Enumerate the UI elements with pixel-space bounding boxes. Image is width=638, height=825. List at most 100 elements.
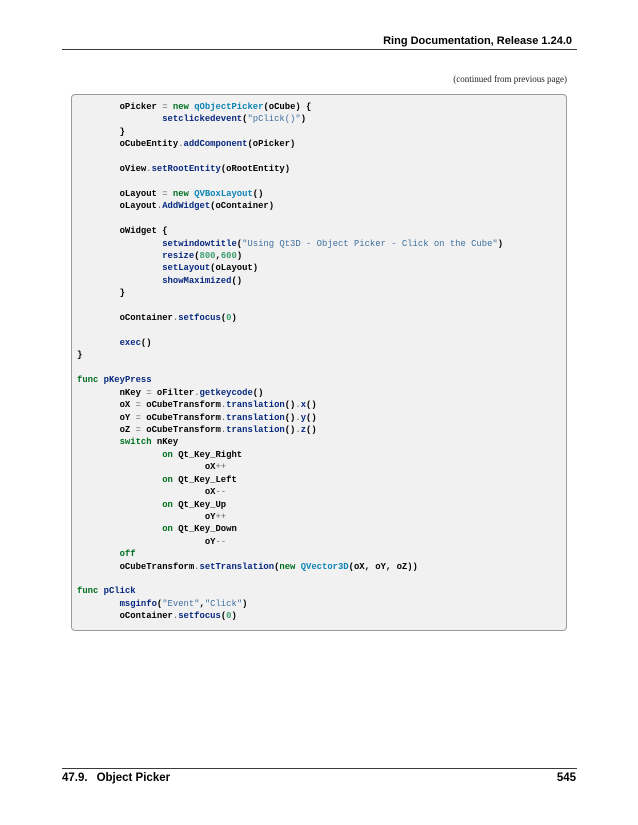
- continued-from-previous-page-note: (continued from previous page): [453, 74, 567, 84]
- code-token: [77, 524, 162, 534]
- footer-section-number: 47.9.: [62, 772, 88, 784]
- code-token: "Event": [162, 599, 199, 609]
- code-token: ): [498, 239, 503, 249]
- code-line: resize(800,600): [77, 250, 561, 262]
- code-line: }: [77, 126, 561, 138]
- code-token: on: [162, 450, 173, 460]
- code-token: func: [77, 586, 98, 596]
- code-line: [77, 362, 561, 374]
- code-token: off: [120, 549, 136, 559]
- code-line: [77, 151, 561, 163]
- code-token: ++: [215, 512, 226, 522]
- code-token: oContainer: [77, 313, 173, 323]
- code-token: [77, 251, 162, 261]
- code-token: QVBoxLayout: [194, 189, 253, 199]
- code-token: msginfo: [120, 599, 157, 609]
- code-lines: oPicker = new qObjectPicker(oCube) { set…: [77, 101, 561, 623]
- footer-rule: [62, 768, 577, 769]
- code-line: setwindowtitle("Using Qt3D - Object Pick…: [77, 238, 561, 250]
- code-token: exec: [120, 338, 141, 348]
- code-token: ++: [215, 462, 226, 472]
- code-token: }: [77, 288, 125, 298]
- code-line: oY = oCubeTransform.translation().y(): [77, 412, 561, 424]
- code-token: (oContainer): [210, 201, 274, 211]
- header-rule: [62, 49, 577, 50]
- code-line: oY--: [77, 536, 561, 548]
- code-token: Qt_Key_Left: [173, 475, 237, 485]
- code-token: ): [237, 251, 242, 261]
- code-token: setLayout: [162, 263, 210, 273]
- code-line: func pClick: [77, 585, 561, 597]
- code-line: oContainer.setfocus(0): [77, 312, 561, 324]
- code-token: 800: [200, 251, 216, 261]
- code-token: (): [231, 276, 242, 286]
- code-token: translation: [226, 400, 285, 410]
- code-token: [77, 599, 120, 609]
- code-token: oWidget {: [77, 226, 168, 236]
- code-token: getkeycode: [200, 388, 253, 398]
- code-token: }: [77, 127, 125, 137]
- code-token: showMaximized: [162, 276, 231, 286]
- code-token: oLayout: [77, 201, 157, 211]
- code-line: nKey = oFilter.getkeycode(): [77, 387, 561, 399]
- code-token: oY: [77, 413, 136, 423]
- code-line: on Qt_Key_Up: [77, 499, 561, 511]
- code-token: [77, 276, 162, 286]
- code-line: [77, 573, 561, 585]
- code-token: ): [301, 114, 306, 124]
- code-token: [77, 475, 162, 485]
- code-token: oY: [77, 512, 215, 522]
- code-token: AddWidget: [162, 201, 210, 211]
- code-token: "Click": [205, 599, 242, 609]
- code-block: oPicker = new qObjectPicker(oCube) { set…: [71, 94, 567, 631]
- code-token: oContainer: [77, 611, 173, 621]
- code-token: oX: [77, 487, 215, 497]
- code-line: on Qt_Key_Right: [77, 449, 561, 461]
- code-token: Qt_Key_Right: [173, 450, 242, 460]
- footer-page-number: 545: [557, 772, 576, 784]
- code-line: oWidget {: [77, 225, 561, 237]
- code-token: (): [285, 425, 296, 435]
- code-token: oCubeEntity: [77, 139, 178, 149]
- code-token: nKey: [77, 388, 146, 398]
- code-token: qObjectPicker: [194, 102, 263, 112]
- code-token: oLayout: [77, 189, 162, 199]
- code-token: (oLayout): [210, 263, 258, 273]
- code-token: oView: [77, 164, 146, 174]
- code-token: ): [231, 611, 236, 621]
- code-line: oPicker = new qObjectPicker(oCube) {: [77, 101, 561, 113]
- code-token: 600: [221, 251, 237, 261]
- code-line: oContainer.setfocus(0): [77, 610, 561, 622]
- code-line: setclickedevent("pClick()"): [77, 113, 561, 125]
- code-token: (): [306, 425, 317, 435]
- code-token: translation: [226, 413, 285, 423]
- code-line: oX--: [77, 486, 561, 498]
- code-token: (): [253, 388, 264, 398]
- code-token: pClick: [104, 586, 136, 596]
- code-token: switch: [77, 437, 152, 447]
- code-token: on: [162, 475, 173, 485]
- code-token: oX: [77, 400, 136, 410]
- page-header-title: Ring Documentation, Release 1.24.0: [383, 35, 572, 47]
- footer-section-label: 47.9. Object Picker: [62, 772, 170, 784]
- code-token: oFilter: [152, 388, 195, 398]
- code-token: oCubeTransform: [141, 400, 221, 410]
- code-token: (): [285, 400, 296, 410]
- code-line: off: [77, 548, 561, 560]
- code-token: Qt_Key_Up: [173, 500, 226, 510]
- code-token: ): [231, 313, 236, 323]
- code-token: addComponent: [184, 139, 248, 149]
- code-line: on Qt_Key_Down: [77, 523, 561, 535]
- code-line: setLayout(oLayout): [77, 262, 561, 274]
- footer-section-title: Object Picker: [97, 772, 171, 784]
- code-line: [77, 300, 561, 312]
- code-line: }: [77, 287, 561, 299]
- code-token: resize: [162, 251, 194, 261]
- code-token: [77, 114, 162, 124]
- code-token: setfocus: [178, 313, 221, 323]
- code-line: showMaximized(): [77, 275, 561, 287]
- code-line: [77, 176, 561, 188]
- code-token: (): [141, 338, 152, 348]
- code-token: oPicker: [77, 102, 162, 112]
- code-token: [77, 239, 162, 249]
